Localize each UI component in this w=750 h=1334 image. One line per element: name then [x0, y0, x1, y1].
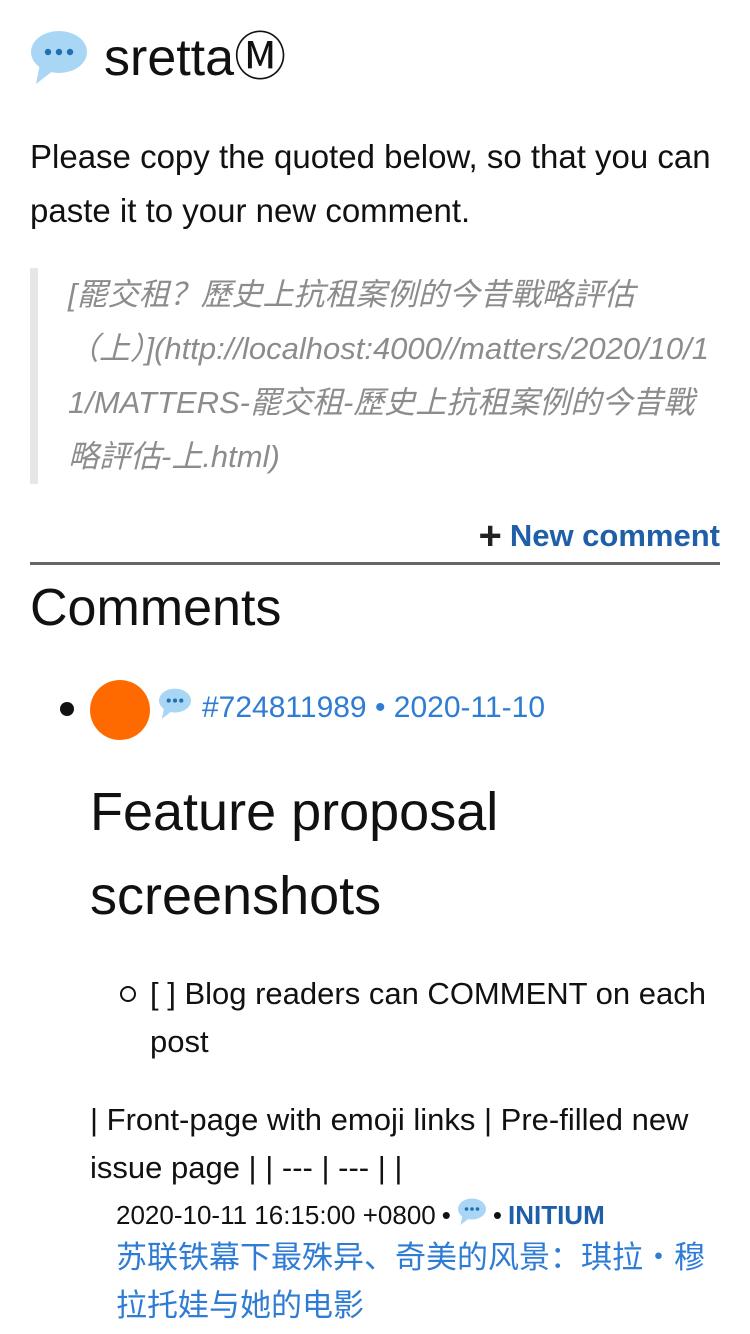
- list-bullet: [60, 702, 74, 716]
- new-comment-label: New comment: [509, 518, 720, 553]
- speech-bubble-icon: [158, 688, 192, 728]
- feed-datetime: 2020-10-11 16:15:00 +0800: [116, 1200, 436, 1230]
- feed-item-meta: 2020-10-11 16:15:00 +0800 • • INITIUM: [116, 1198, 605, 1233]
- feed-source-link[interactable]: INITIUM: [508, 1200, 605, 1231]
- new-comment-button[interactable]: + New comment: [478, 516, 720, 556]
- avatar[interactable]: [90, 680, 150, 740]
- quoted-link-text: [罷交租？歷史上抗租案例的今昔戰略評估（上）](http://localhost…: [68, 277, 710, 474]
- site-title[interactable]: srettaⓂ: [104, 28, 286, 88]
- comment-title: Feature proposal screenshots: [90, 782, 499, 926]
- title-mark: Ⓜ: [234, 29, 287, 87]
- speech-bubble-icon[interactable]: [457, 1198, 487, 1233]
- comment-meta: #724811989 • 2020-11-10: [158, 688, 545, 728]
- task-list-item: [ ] Blog readers can COMMENT on each pos…: [150, 976, 706, 1059]
- site-header: srettaⓂ: [30, 28, 286, 88]
- plus-icon: +: [478, 514, 502, 558]
- comment-permalink[interactable]: #724811989 • 2020-11-10: [202, 691, 545, 725]
- separator: •: [441, 1200, 451, 1230]
- quoted-link-block: [罷交租？歷史上抗租案例的今昔戰略評估（上）](http://localhost…: [30, 268, 720, 484]
- section-divider: [30, 562, 720, 565]
- comments-heading: Comments: [30, 579, 282, 637]
- copy-hint-text: Please copy the quoted below, so that yo…: [30, 138, 711, 229]
- sub-list-bullet: [120, 986, 136, 1002]
- separator: •: [492, 1200, 502, 1230]
- speech-bubble-icon: [30, 30, 88, 86]
- table-markdown-text: | Front-page with emoji links | Pre-fill…: [90, 1102, 689, 1185]
- feed-item-title-link[interactable]: 苏联铁幕下最殊异、奇美的风景：琪拉・穆拉托娃与她的电影: [116, 1234, 716, 1330]
